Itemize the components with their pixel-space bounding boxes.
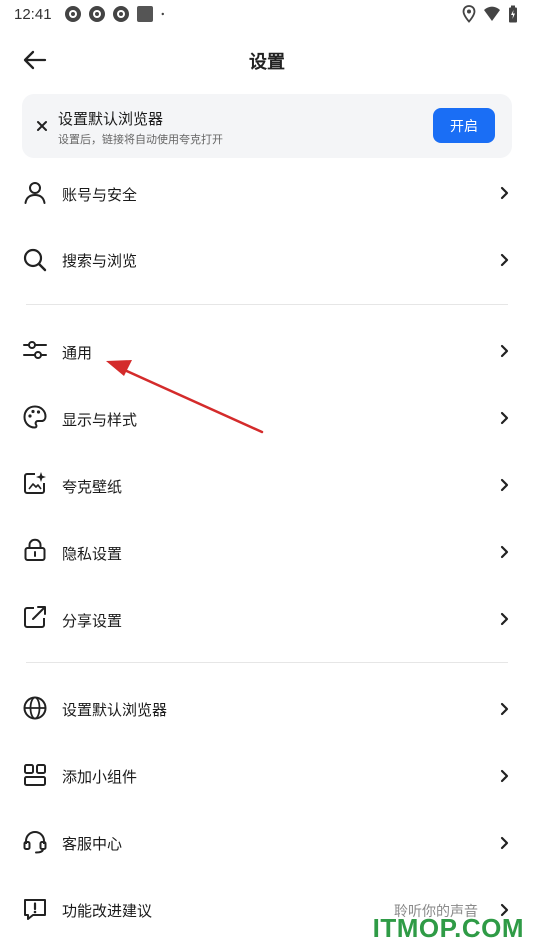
- search-icon: [23, 248, 47, 272]
- settings-item-privacy[interactable]: 隐私设置: [0, 518, 534, 584]
- settings-item-customer-service[interactable]: 客服中心: [0, 809, 534, 875]
- settings-item-label: 隐私设置: [62, 545, 123, 563]
- settings-item-label: 添加小组件: [62, 768, 138, 786]
- lock-icon: [24, 538, 46, 561]
- dot-icon: [161, 12, 164, 16]
- default-browser-banner: 设置默认浏览器 设置后，链接将自动使用夸克打开 开启: [22, 94, 512, 158]
- settings-item-label: 功能改进建议: [62, 902, 153, 920]
- app-icon: [136, 6, 153, 22]
- chevron-right-icon: [500, 545, 509, 559]
- settings-item-label: 分享设置: [62, 612, 123, 630]
- settings-item-account-security[interactable]: 账号与安全: [0, 160, 534, 226]
- notification-icon: [112, 6, 129, 22]
- enable-button[interactable]: 开启: [433, 108, 495, 143]
- settings-item-label: 搜索与浏览: [62, 252, 138, 270]
- chevron-right-icon: [500, 769, 509, 783]
- settings-item-label: 账号与安全: [62, 186, 138, 204]
- settings-item-default-browser[interactable]: 设置默认浏览器: [0, 675, 534, 741]
- banner-title: 设置默认浏览器: [58, 110, 164, 128]
- chevron-right-icon: [500, 411, 509, 425]
- share-icon: [24, 606, 46, 628]
- battery-icon: [509, 5, 517, 23]
- settings-item-label: 显示与样式: [62, 411, 138, 429]
- header: 设置: [0, 36, 534, 84]
- chevron-right-icon: [500, 478, 509, 492]
- notification-icon: [64, 6, 81, 22]
- settings-item-display-style[interactable]: 显示与样式: [0, 384, 534, 450]
- settings-item-label: 设置默认浏览器: [62, 701, 168, 719]
- globe-icon: [23, 696, 47, 720]
- chevron-right-icon: [500, 612, 509, 626]
- status-bar: 12:41: [0, 0, 534, 28]
- settings-item-label: 通用: [62, 344, 93, 362]
- sliders-icon: [23, 341, 47, 359]
- banner-subtitle: 设置后，链接将自动使用夸克打开: [58, 133, 223, 146]
- section-divider: [26, 662, 508, 663]
- headset-icon: [23, 830, 47, 854]
- page-title: 设置: [249, 52, 285, 73]
- wifi-icon: [484, 6, 500, 21]
- palette-icon: [23, 405, 47, 429]
- settings-screen: 12:41 设置 设置默认浏览器 设置后，链接将自动使用夸克打开 开启 账号与安…: [0, 0, 534, 950]
- wallpaper-icon: [24, 472, 46, 494]
- chevron-right-icon: [500, 702, 509, 716]
- settings-item-quark-wallpaper[interactable]: 夸克壁纸: [0, 451, 534, 517]
- close-icon[interactable]: [32, 116, 52, 136]
- settings-item-search-browse[interactable]: 搜索与浏览: [0, 226, 534, 292]
- settings-item-share[interactable]: 分享设置: [0, 585, 534, 651]
- chevron-right-icon: [500, 186, 509, 200]
- chevron-right-icon: [500, 344, 509, 358]
- feedback-icon: [24, 899, 46, 920]
- settings-item-add-widget[interactable]: 添加小组件: [0, 742, 534, 808]
- chevron-right-icon: [500, 253, 509, 267]
- watermark: ITMOP.COM: [372, 913, 524, 943]
- widget-icon: [24, 764, 46, 786]
- chevron-right-icon: [500, 836, 509, 850]
- settings-item-label: 客服中心: [62, 835, 123, 853]
- settings-item-label: 夸克壁纸: [62, 478, 123, 496]
- status-indicators: [462, 5, 518, 23]
- status-time: 12:41: [14, 5, 52, 23]
- section-divider: [26, 304, 508, 305]
- settings-item-general[interactable]: 通用: [0, 317, 534, 383]
- user-icon: [24, 182, 46, 204]
- notification-icon: [88, 6, 105, 22]
- location-icon: [462, 5, 476, 23]
